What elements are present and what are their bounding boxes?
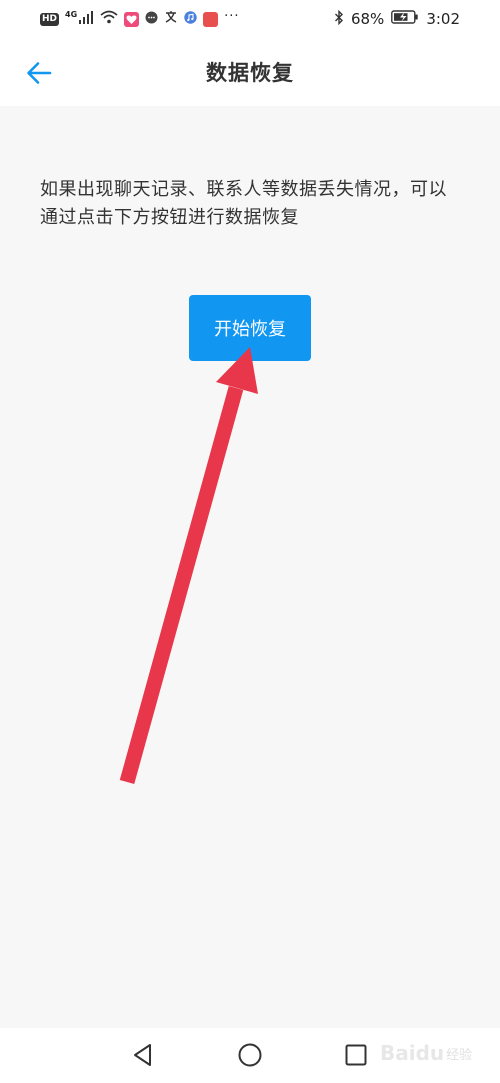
app-header: 数据恢复 — [0, 38, 500, 106]
square-recent-icon — [345, 1044, 367, 1066]
triangle-back-icon — [134, 1044, 151, 1066]
page-title: 数据恢复 — [206, 61, 294, 85]
more-notifications-dots: ··· — [224, 8, 240, 24]
status-left-icons: HD 4G ··· — [40, 8, 240, 28]
battery-charging-icon — [391, 10, 419, 28]
clock: 3:02 — [426, 10, 460, 28]
status-bar: HD 4G ··· 68% 3:02 — [0, 0, 500, 38]
app-notification-icon — [124, 11, 140, 27]
nav-recent-button[interactable] — [343, 1042, 369, 1068]
app-red-icon — [203, 11, 219, 27]
nav-back-button[interactable] — [131, 1042, 157, 1068]
arrow-left-icon — [27, 62, 52, 84]
back-button[interactable] — [24, 58, 54, 88]
network-type: 4G — [65, 9, 78, 19]
message-icon — [145, 11, 158, 28]
battery-percent: 68% — [350, 10, 385, 28]
wifi-icon — [100, 10, 118, 28]
start-recovery-button[interactable]: 开始恢复 — [189, 295, 311, 361]
circle-home-icon — [238, 1043, 262, 1067]
translate-icon — [164, 10, 178, 28]
screen: HD 4G ··· 68% 3:02 数据恢复 如果出现聊天记录、联系人等数据丢… — [0, 0, 500, 1083]
recovery-description: 如果出现聊天记录、联系人等数据丢失情况，可以通过点击下方按钮进行数据恢复 — [40, 179, 447, 228]
system-nav-bar — [0, 1028, 500, 1083]
bluetooth-icon — [334, 9, 344, 29]
hd-badge: HD — [40, 12, 60, 26]
signal-icon — [78, 10, 94, 28]
nav-home-button[interactable] — [237, 1042, 263, 1068]
status-right-icons: 68% 3:02 — [334, 9, 460, 29]
annotation-arrow-icon — [119, 347, 258, 784]
music-icon — [184, 10, 197, 28]
